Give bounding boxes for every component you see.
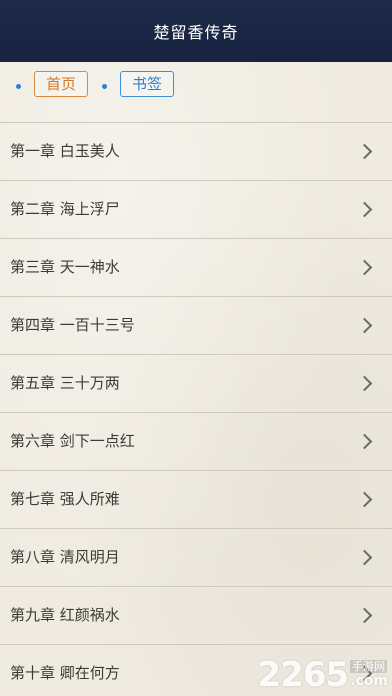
chapter-row[interactable]: 第五章 三十万两 <box>0 355 392 413</box>
chevron-right-icon <box>356 259 373 276</box>
chapter-title: 第八章 清风明月 <box>10 548 120 566</box>
tab-bookmark-dot <box>102 84 107 89</box>
chapter-row[interactable]: 第六章 剑下一点红 <box>0 413 392 471</box>
chevron-right-icon <box>356 665 373 682</box>
page-title: 楚留香传奇 <box>153 23 239 42</box>
chapter-title: 第五章 三十万两 <box>10 374 120 392</box>
chapter-title: 第九章 红颜祸水 <box>10 606 120 624</box>
chevron-right-icon <box>356 375 373 392</box>
chapter-list: 第一章 白玉美人 第二章 海上浮尸 第三章 天一神水 第四章 一百十三号 第五章… <box>0 122 392 696</box>
chapter-title: 第六章 剑下一点红 <box>10 432 135 450</box>
chapter-row[interactable]: 第七章 强人所难 <box>0 471 392 529</box>
chapter-row[interactable]: 第二章 海上浮尸 <box>0 181 392 239</box>
chapter-row[interactable]: 第一章 白玉美人 <box>0 123 392 181</box>
chevron-right-icon <box>356 317 373 334</box>
chapter-row[interactable]: 第九章 红颜祸水 <box>0 587 392 645</box>
chapter-row[interactable]: 第八章 清风明月 <box>0 529 392 587</box>
chapter-row[interactable]: 第四章 一百十三号 <box>0 297 392 355</box>
chapter-title: 第四章 一百十三号 <box>10 316 135 334</box>
chapter-title: 第七章 强人所难 <box>10 490 120 508</box>
chapter-title: 第十章 卿在何方 <box>10 664 120 682</box>
chevron-right-icon <box>356 549 373 566</box>
title-bar: 楚留香传奇 <box>0 0 392 62</box>
chevron-right-icon <box>356 143 373 160</box>
tab-bookmark[interactable]: 书签 <box>120 71 174 97</box>
chapter-row[interactable]: 第三章 天一神水 <box>0 239 392 297</box>
chevron-right-icon <box>356 491 373 508</box>
chevron-right-icon <box>356 201 373 218</box>
tab-home-dot <box>16 84 21 89</box>
chapter-row[interactable]: 第十章 卿在何方 <box>0 645 392 696</box>
chevron-right-icon <box>356 607 373 624</box>
chapter-title: 第二章 海上浮尸 <box>10 200 120 218</box>
chevron-right-icon <box>356 433 373 450</box>
chapter-title: 第三章 天一神水 <box>10 258 120 276</box>
chapter-title: 第一章 白玉美人 <box>10 142 120 160</box>
tab-home[interactable]: 首页 <box>34 71 88 97</box>
